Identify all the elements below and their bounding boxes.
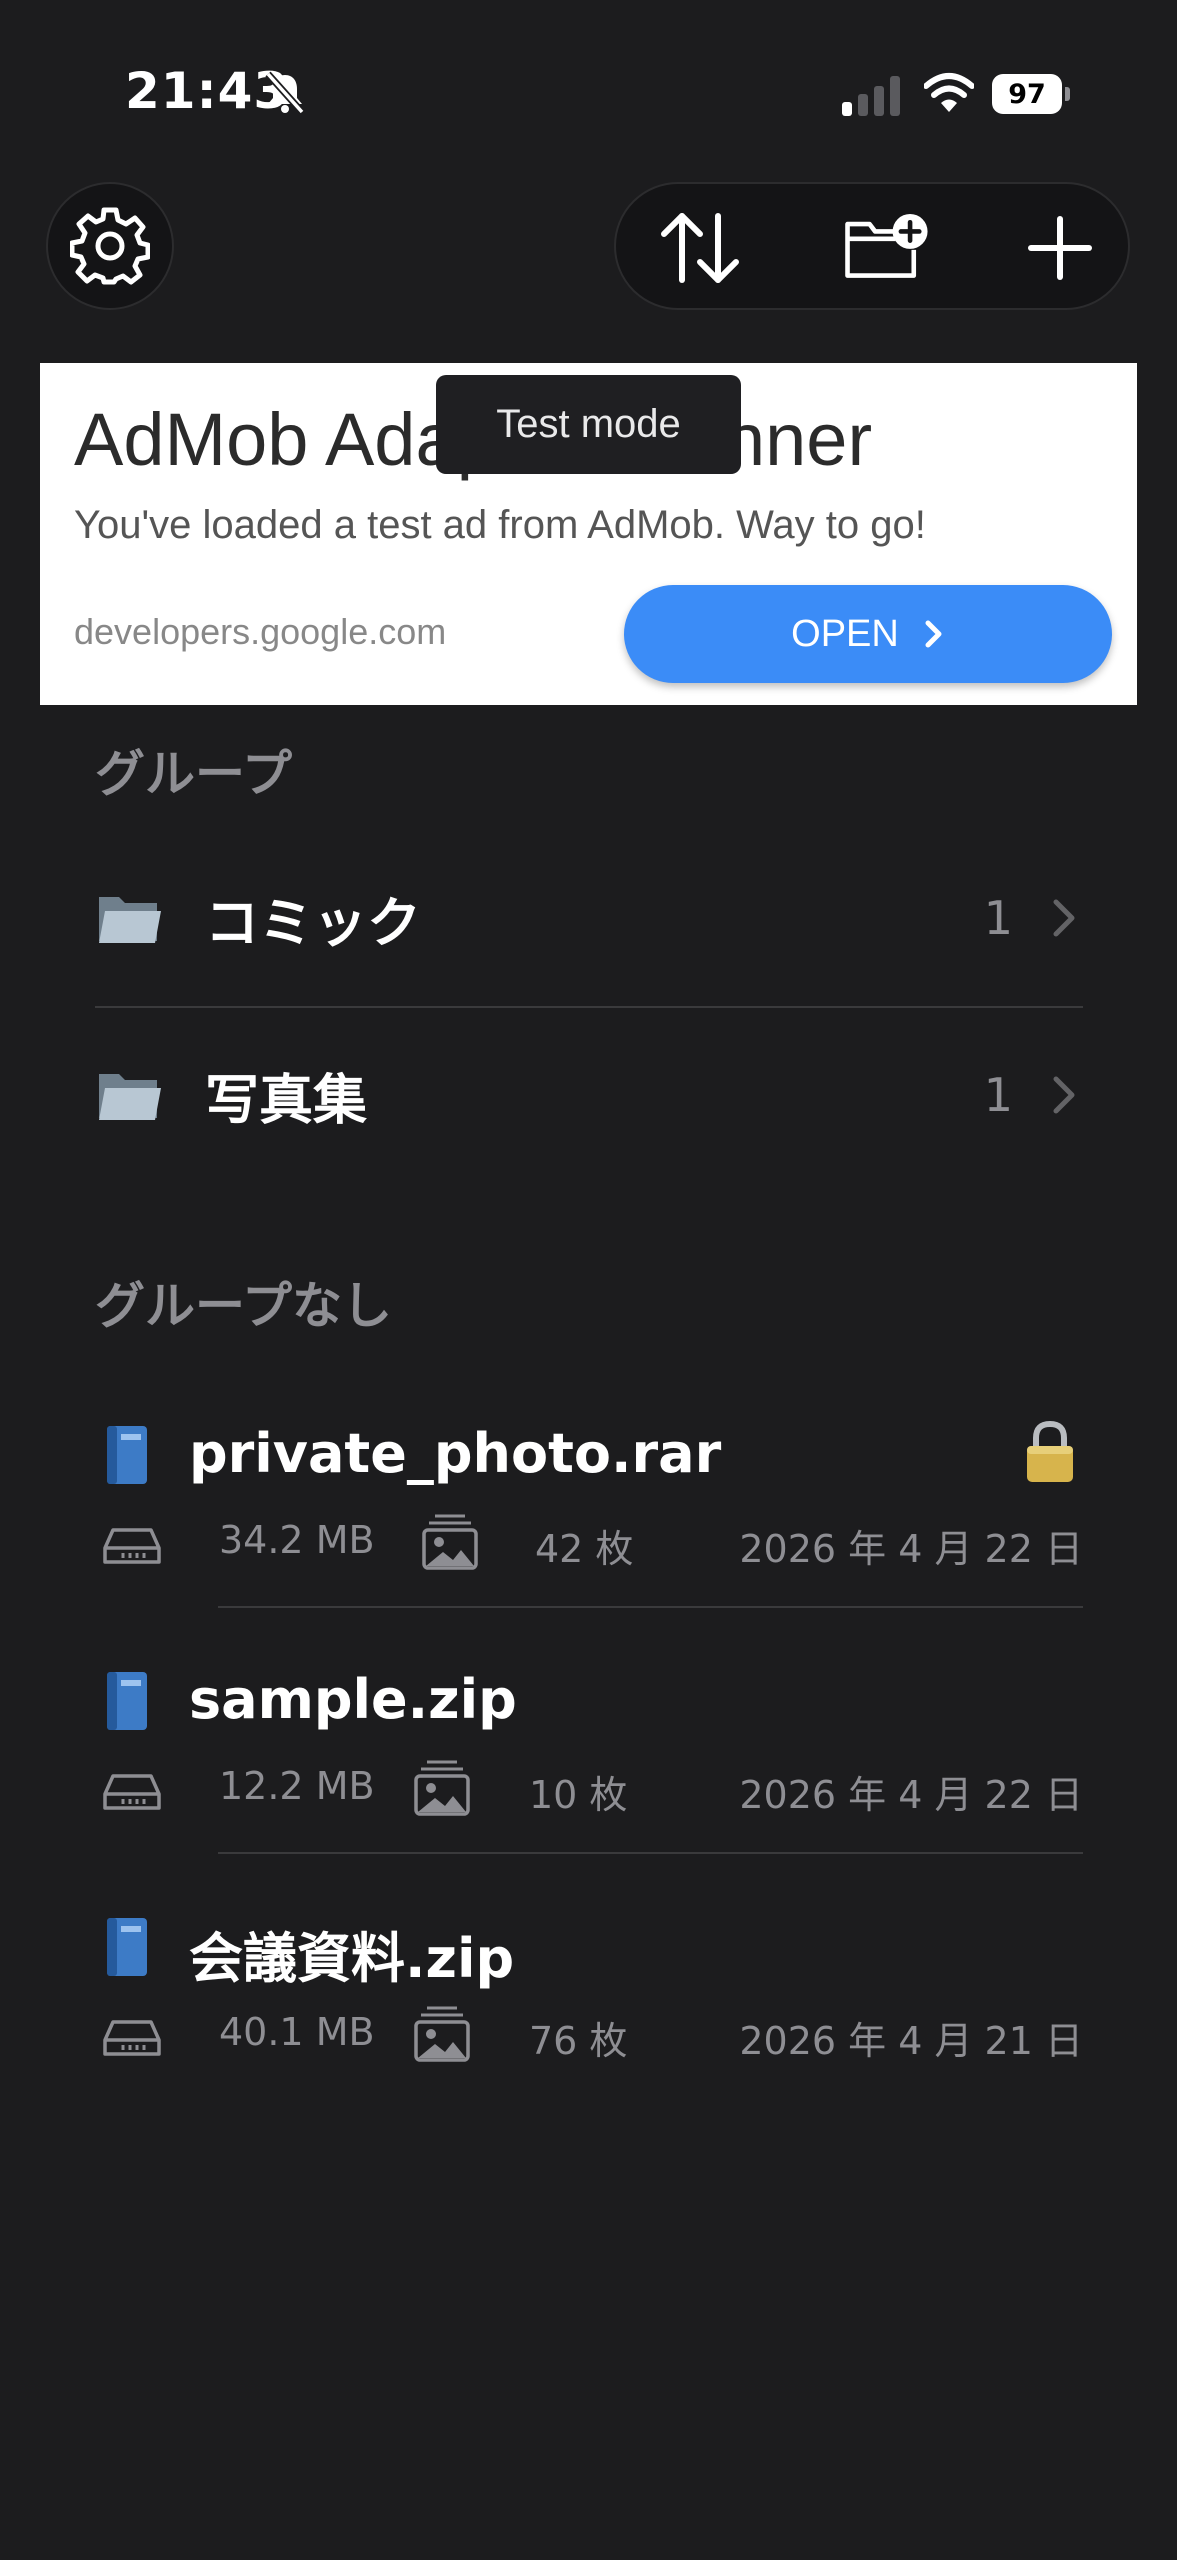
file-size: 34.2 MB bbox=[219, 1518, 375, 1562]
add-button[interactable] bbox=[1014, 202, 1106, 294]
photo-stack-icon bbox=[414, 2006, 470, 2062]
divider bbox=[218, 1606, 1083, 1608]
file-meta: 34.2 MB 42 枚 2026 年 4 月 22 日 bbox=[95, 1508, 1083, 1578]
settings-button[interactable] bbox=[46, 182, 174, 310]
file-row[interactable]: private_photo.rar 34.2 MB 42 枚 2026 年 4 … bbox=[95, 1412, 1083, 1612]
test-mode-label: Test mode bbox=[436, 375, 741, 474]
group-row[interactable]: 写真集 1 bbox=[95, 1020, 1083, 1170]
folder-icon bbox=[99, 1074, 161, 1120]
book-icon bbox=[107, 1918, 147, 1976]
new-folder-icon bbox=[845, 213, 928, 278]
file-meta: 40.1 MB 76 枚 2026 年 4 月 21 日 bbox=[95, 2000, 1083, 2070]
sort-button[interactable] bbox=[654, 202, 746, 294]
group-name: 写真集 bbox=[205, 1068, 367, 1132]
ad-open-label: OPEN bbox=[791, 612, 899, 655]
wifi-icon bbox=[923, 72, 975, 114]
bell-slash-icon bbox=[262, 70, 308, 116]
file-name: 会議資料.zip bbox=[189, 1927, 515, 1990]
ad-open-button[interactable]: OPEN bbox=[624, 585, 1112, 683]
new-folder-button[interactable] bbox=[842, 202, 934, 294]
drive-icon bbox=[103, 1774, 161, 1810]
chevron-right-icon bbox=[1053, 899, 1075, 937]
drive-icon bbox=[103, 1528, 161, 1564]
group-count: 1 bbox=[983, 891, 1013, 945]
file-pages: 42 枚 bbox=[535, 1527, 634, 1571]
cellular-signal-icon bbox=[842, 76, 900, 116]
ad-url: developers.google.com bbox=[74, 611, 447, 652]
lock-icon bbox=[1027, 1420, 1073, 1482]
file-name: private_photo.rar bbox=[189, 1422, 722, 1485]
divider bbox=[95, 1006, 1083, 1008]
file-size: 40.1 MB bbox=[219, 2010, 375, 2054]
file-pages: 76 枚 bbox=[529, 2019, 628, 2063]
file-name: sample.zip bbox=[189, 1668, 517, 1731]
group-row[interactable]: コミック 1 bbox=[95, 843, 1083, 993]
file-date: 2026 年 4 月 22 日 bbox=[739, 1527, 1083, 1571]
battery-icon: 97 bbox=[992, 74, 1072, 116]
toolbar-actions bbox=[614, 182, 1130, 310]
book-icon bbox=[107, 1672, 147, 1730]
file-date: 2026 年 4 月 21 日 bbox=[739, 2019, 1083, 2063]
group-name: コミック bbox=[205, 891, 421, 955]
file-size: 12.2 MB bbox=[219, 1764, 375, 1808]
ad-body: You've loaded a test ad from AdMob. Way … bbox=[74, 503, 926, 547]
chevron-right-icon bbox=[925, 620, 942, 648]
sort-arrows-icon bbox=[661, 213, 739, 283]
file-meta: 12.2 MB 10 枚 2026 年 4 月 22 日 bbox=[95, 1754, 1083, 1824]
photo-stack-icon bbox=[422, 1514, 478, 1570]
drive-icon bbox=[103, 2020, 161, 2056]
file-row[interactable]: 会議資料.zip 40.1 MB 76 枚 2026 年 4 月 21 日 bbox=[95, 1904, 1083, 2104]
battery-level: 97 bbox=[992, 74, 1062, 114]
photo-stack-icon bbox=[414, 1760, 470, 1816]
book-icon bbox=[107, 1426, 147, 1484]
plus-icon bbox=[1028, 216, 1092, 280]
file-row[interactable]: sample.zip 12.2 MB 10 枚 2026 年 4 月 22 日 bbox=[95, 1658, 1083, 1858]
ungrouped-section-title: グループなし bbox=[95, 1277, 392, 1335]
groups-section-title: グループ bbox=[95, 745, 292, 803]
folder-icon bbox=[99, 897, 161, 943]
chevron-right-icon bbox=[1053, 1076, 1075, 1114]
gear-icon bbox=[70, 207, 150, 285]
divider bbox=[218, 1852, 1083, 1854]
file-date: 2026 年 4 月 22 日 bbox=[739, 1773, 1083, 1817]
file-pages: 10 枚 bbox=[529, 1773, 628, 1817]
group-count: 1 bbox=[983, 1068, 1013, 1122]
